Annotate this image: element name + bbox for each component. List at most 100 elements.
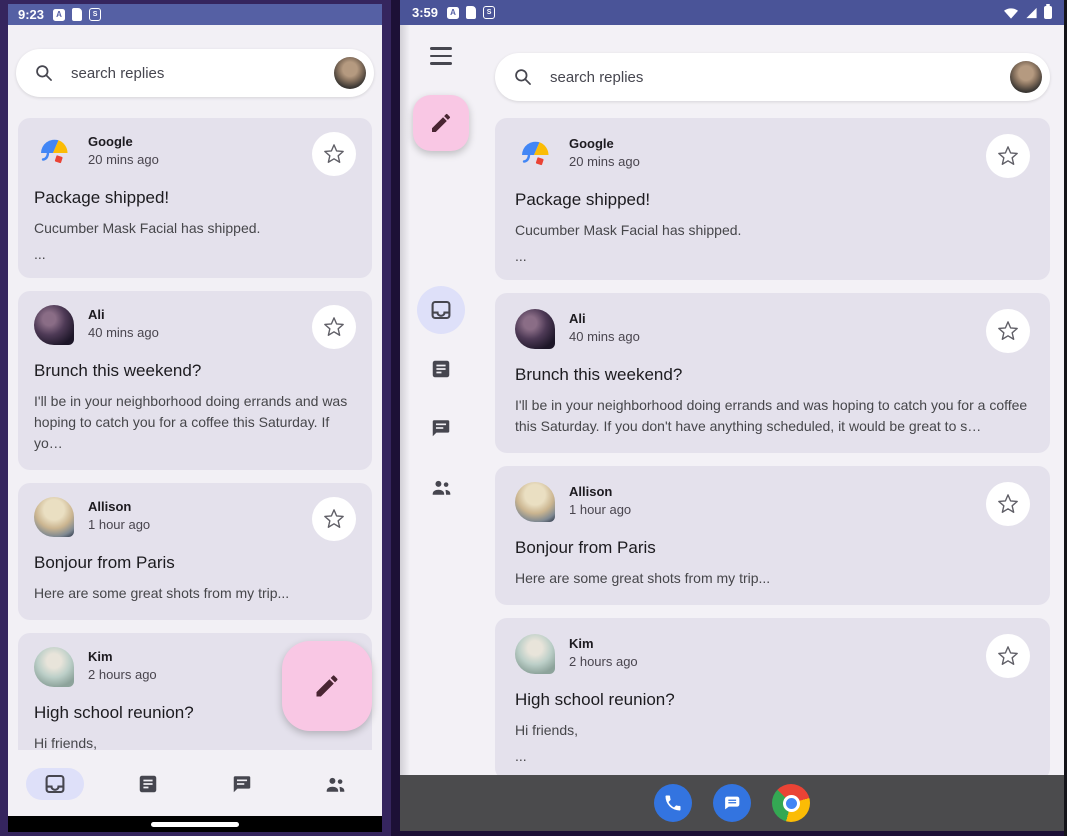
sender-name: Kim xyxy=(88,649,157,664)
battery-icon xyxy=(1044,6,1052,19)
email-body: Hi friends, xyxy=(515,720,1030,741)
rail-item-articles[interactable] xyxy=(430,358,452,380)
search-bar[interactable] xyxy=(495,53,1050,101)
menu-button[interactable] xyxy=(430,47,452,65)
notification-a-icon: A xyxy=(447,7,459,19)
email-subject: High school reunion? xyxy=(515,690,1030,710)
rail-item-people[interactable] xyxy=(430,476,453,499)
nav-item-inbox[interactable] xyxy=(8,768,102,800)
email-card-google[interactable]: Google 20 mins ago Package shipped! Cucu… xyxy=(495,118,1050,280)
rail-item-chat[interactable] xyxy=(430,417,452,439)
email-body: I'll be in your neighborhood doing erran… xyxy=(515,395,1030,437)
home-handle[interactable] xyxy=(151,822,239,827)
star-button[interactable] xyxy=(312,132,356,176)
email-time: 20 mins ago xyxy=(88,152,159,167)
star-button[interactable] xyxy=(986,134,1030,178)
email-time: 2 hours ago xyxy=(88,667,157,682)
star-icon xyxy=(323,508,345,530)
rail-item-inbox[interactable] xyxy=(417,286,465,334)
reply-app-tablet: Google 20 mins ago Package shipped! Cucu… xyxy=(400,25,1064,775)
notification-s-icon: S xyxy=(483,6,495,19)
tablet-status-bar: 3:59 A S xyxy=(400,0,1064,25)
email-time: 40 mins ago xyxy=(88,325,159,340)
star-icon xyxy=(997,645,1019,667)
article-icon xyxy=(137,773,159,795)
email-body: Here are some great shots from my trip..… xyxy=(515,568,1030,589)
star-button[interactable] xyxy=(312,305,356,349)
wifi-icon xyxy=(1003,7,1019,19)
sender-avatar-kim xyxy=(34,647,74,687)
phone-window: 9:23 A S Google 20 mins a xyxy=(0,0,391,836)
email-subject: Package shipped! xyxy=(515,190,1030,210)
reply-app-phone: Google 20 mins ago Package shipped! Cucu… xyxy=(8,25,382,816)
email-subject: Brunch this weekend? xyxy=(34,361,356,381)
email-body: Here are some great shots from my trip..… xyxy=(34,583,356,604)
sender-name: Allison xyxy=(88,499,150,514)
search-input[interactable] xyxy=(71,65,334,82)
inbox-icon xyxy=(429,298,453,322)
notification-doc-icon xyxy=(466,6,476,19)
taskbar xyxy=(400,775,1064,831)
email-body: Cucumber Mask Facial has shipped. xyxy=(515,220,1030,241)
nav-item-articles[interactable] xyxy=(102,768,196,800)
chat-icon xyxy=(430,417,452,439)
gesture-bar xyxy=(8,816,382,832)
profile-avatar[interactable] xyxy=(1010,61,1042,93)
chat-icon xyxy=(231,773,253,795)
clock: 9:23 xyxy=(18,7,44,22)
messages-app-icon[interactable] xyxy=(713,784,751,822)
clock: 3:59 xyxy=(412,5,438,20)
email-body: I'll be in your neighborhood doing erran… xyxy=(34,391,356,454)
chrome-app-icon[interactable] xyxy=(772,784,810,822)
search-icon xyxy=(513,67,534,88)
search-input[interactable] xyxy=(550,69,1010,86)
notification-doc-icon xyxy=(72,8,82,21)
nav-item-people[interactable] xyxy=(289,768,383,800)
email-card-allison[interactable]: Allison 1 hour ago Bonjour from Paris He… xyxy=(495,466,1050,605)
email-more: ... xyxy=(34,246,356,262)
email-time: 1 hour ago xyxy=(569,502,631,517)
search-icon xyxy=(34,63,55,84)
email-time: 20 mins ago xyxy=(569,154,640,169)
people-icon xyxy=(324,773,347,796)
profile-avatar[interactable] xyxy=(334,57,366,89)
sender-avatar-kim xyxy=(515,634,555,674)
search-bar[interactable] xyxy=(16,49,374,97)
star-icon xyxy=(997,493,1019,515)
email-subject: Package shipped! xyxy=(34,188,356,208)
notification-a-icon: A xyxy=(53,9,65,21)
email-card-allison[interactable]: Allison 1 hour ago Bonjour from Paris He… xyxy=(18,483,372,620)
compose-fab[interactable] xyxy=(413,95,469,151)
pencil-icon xyxy=(313,672,341,700)
email-body: Cucumber Mask Facial has shipped. xyxy=(34,218,356,239)
email-card-ali[interactable]: Ali 40 mins ago Brunch this weekend? I'l… xyxy=(495,293,1050,453)
email-list: Google 20 mins ago Package shipped! Cucu… xyxy=(495,118,1050,775)
star-button[interactable] xyxy=(986,482,1030,526)
nav-item-chat[interactable] xyxy=(195,768,289,800)
email-more: ... xyxy=(515,748,1030,764)
article-icon xyxy=(430,358,452,380)
phone-app-icon[interactable] xyxy=(654,784,692,822)
signal-icon xyxy=(1025,7,1038,19)
compose-fab[interactable] xyxy=(282,641,372,731)
tablet-window: 3:59 A S xyxy=(400,0,1067,836)
sender-avatar-google xyxy=(34,132,74,172)
star-icon xyxy=(997,145,1019,167)
sender-avatar-ali xyxy=(34,305,74,345)
email-time: 1 hour ago xyxy=(88,517,150,532)
email-subject: Bonjour from Paris xyxy=(515,538,1030,558)
email-subject: Brunch this weekend? xyxy=(515,365,1030,385)
email-card-google[interactable]: Google 20 mins ago Package shipped! Cucu… xyxy=(18,118,372,278)
star-icon xyxy=(323,143,345,165)
star-button[interactable] xyxy=(986,309,1030,353)
sender-name: Kim xyxy=(569,636,638,651)
sender-name: Ali xyxy=(569,311,640,326)
email-card-kim[interactable]: Kim 2 hours ago High school reunion? Hi … xyxy=(495,618,1050,775)
bottom-navigation xyxy=(8,758,382,810)
notification-s-icon: S xyxy=(89,8,101,21)
email-card-ali[interactable]: Ali 40 mins ago Brunch this weekend? I'l… xyxy=(18,291,372,470)
email-body: Hi friends, xyxy=(34,733,356,750)
tablet-content: Google 20 mins ago Package shipped! Cucu… xyxy=(495,25,1050,775)
star-button[interactable] xyxy=(986,634,1030,678)
star-button[interactable] xyxy=(312,497,356,541)
